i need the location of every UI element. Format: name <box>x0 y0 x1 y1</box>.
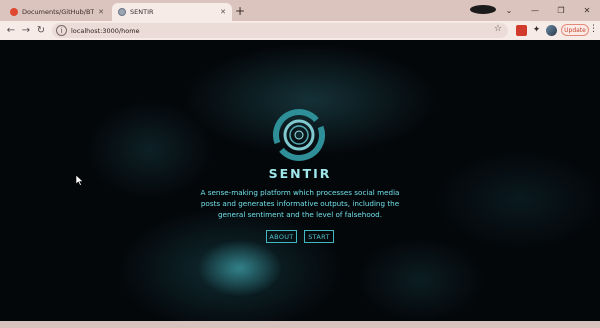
mouse-cursor-icon <box>76 175 84 186</box>
brand-title: SENTIR <box>268 166 332 181</box>
puzzle-icon[interactable]: ✦ <box>531 25 542 36</box>
browser-toolbar: ← → ↻ i ☆ ✦ Update ⋮ <box>0 21 600 41</box>
forward-arrow-icon[interactable]: → <box>19 24 33 37</box>
site-info-icon[interactable]: i <box>56 25 67 36</box>
tab-title: SENTIR <box>130 8 154 16</box>
tab-strip: Documents/GitHub/BT4222-Ho ✕ SENTIR ✕ + … <box>0 0 600 21</box>
reload-icon[interactable]: ↻ <box>34 24 48 37</box>
update-button[interactable]: Update <box>561 24 589 36</box>
window-bottom-edge <box>0 321 600 328</box>
new-tab-icon[interactable]: + <box>235 5 245 17</box>
close-window-icon[interactable]: ✕ <box>574 6 600 15</box>
minimize-icon[interactable]: — <box>522 6 548 15</box>
concentric-ring-logo-icon <box>273 109 325 161</box>
tab-close-icon[interactable]: ✕ <box>220 8 226 16</box>
tab-favicon-icon <box>118 8 126 16</box>
tab-title: Documents/GitHub/BT4222-Ho <box>22 8 95 16</box>
tab-favicon-icon <box>10 8 18 16</box>
star-icon[interactable]: ☆ <box>494 24 502 34</box>
back-arrow-icon[interactable]: ← <box>4 24 18 37</box>
about-button[interactable]: ABOUT <box>266 230 297 243</box>
tab-close-icon[interactable]: ✕ <box>98 8 104 16</box>
page-viewport: SENTIR A sense-making platform which pro… <box>0 40 600 321</box>
menu-icon[interactable]: ⋮ <box>589 24 598 34</box>
window-controls: ⌄ — ❐ ✕ <box>470 0 600 21</box>
address-bar[interactable]: i ☆ <box>52 23 508 38</box>
tab-sentir[interactable]: SENTIR ✕ <box>112 3 232 21</box>
tab-documents[interactable]: Documents/GitHub/BT4222-Ho ✕ <box>4 3 110 21</box>
maximize-icon[interactable]: ❐ <box>548 6 574 15</box>
dropdown-icon[interactable]: ⌄ <box>496 6 522 15</box>
extension-icon[interactable] <box>516 25 527 36</box>
tagline: A sense-making platform which processes … <box>200 188 400 219</box>
url-input[interactable] <box>71 26 491 35</box>
profile-avatar[interactable] <box>546 25 557 36</box>
record-icon[interactable] <box>470 5 496 16</box>
start-button[interactable]: START <box>304 230 334 243</box>
